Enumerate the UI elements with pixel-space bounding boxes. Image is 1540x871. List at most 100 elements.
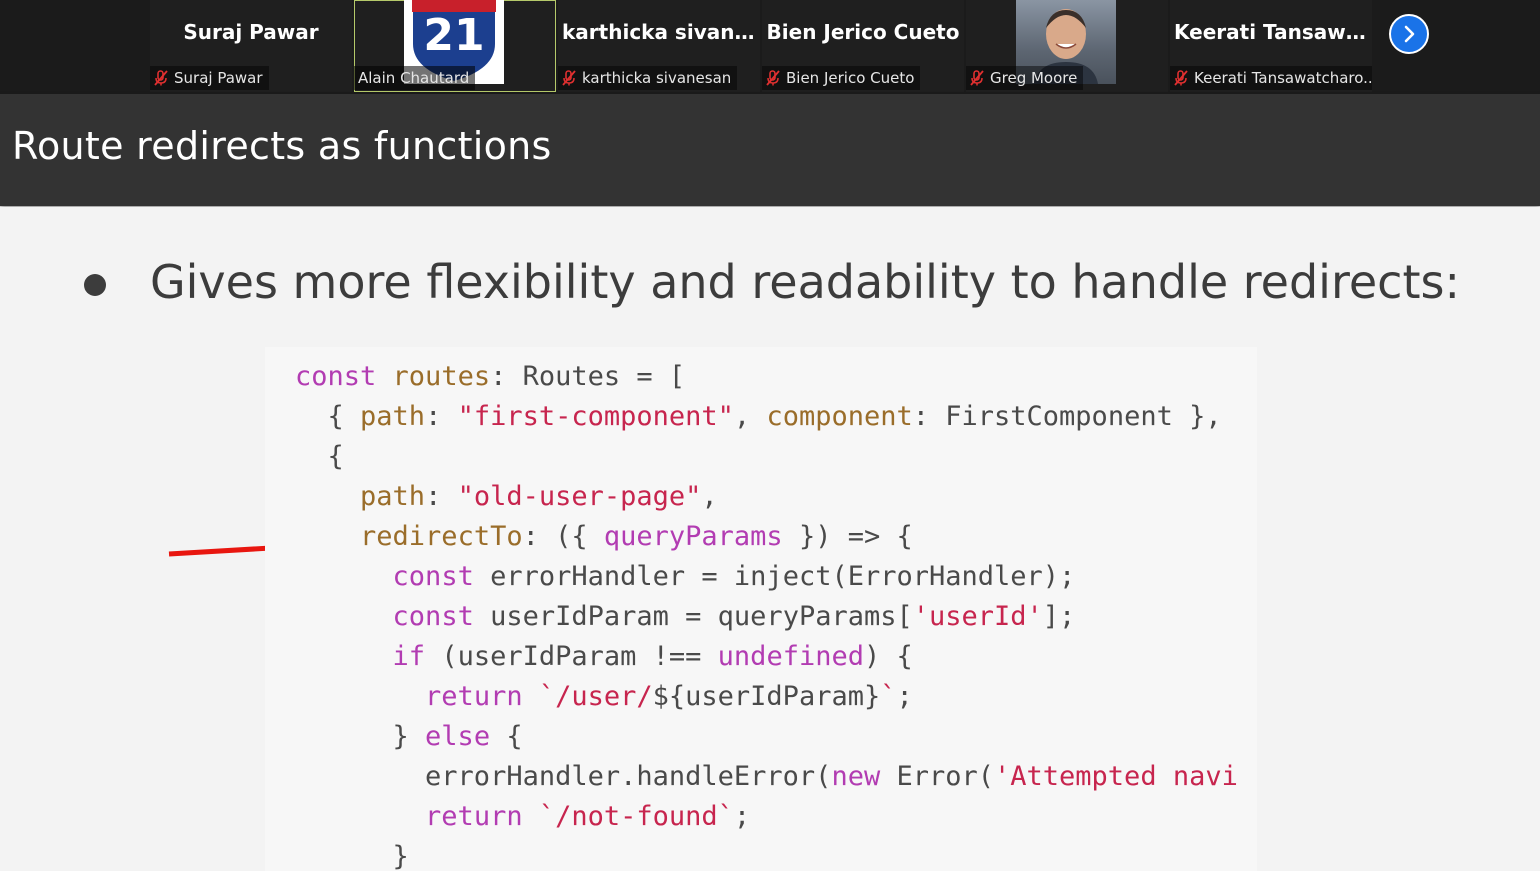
code-line: const userIdParam = queryParams['userId'… bbox=[295, 597, 1238, 637]
participant-tile-name: Keerati Tansawa... bbox=[1174, 20, 1372, 44]
code-line: } bbox=[295, 837, 1238, 871]
code-token-plain: , bbox=[701, 481, 718, 512]
code-text: const routes: Routes = [ { path: "first-… bbox=[295, 357, 1238, 871]
code-token-str: `/user/ bbox=[538, 681, 653, 712]
code-line: const routes: Routes = [ bbox=[295, 357, 1238, 397]
code-token-plain: ; bbox=[896, 681, 913, 712]
mic-muted-icon bbox=[970, 70, 984, 86]
code-token-plain: : FirstComponent }, bbox=[912, 401, 1222, 432]
code-token-plain: : bbox=[425, 401, 458, 432]
participant-label: Keerati Tansawatcharo... bbox=[1170, 66, 1372, 90]
mic-muted-icon bbox=[1174, 70, 1188, 86]
participant-label-text: Greg Moore bbox=[990, 69, 1078, 87]
participant-tile-keerati[interactable]: Keerati Tansawa... Keerati Tansawatcharo… bbox=[1170, 0, 1372, 92]
code-block: const routes: Routes = [ { path: "first-… bbox=[265, 347, 1257, 871]
code-token-prop: routes bbox=[392, 361, 491, 392]
code-token-plain: }) => { bbox=[782, 521, 913, 552]
code-token-str: `/not-found` bbox=[538, 801, 734, 832]
participant-tile-suraj[interactable]: Suraj Pawar Suraj Pawar bbox=[150, 0, 352, 92]
code-token-prop: path bbox=[360, 401, 426, 432]
slide-body: Gives more flexibility and readability t… bbox=[0, 207, 1540, 871]
code-line: if (userIdParam !== undefined) { bbox=[295, 637, 1238, 677]
next-participants-button[interactable] bbox=[1389, 14, 1429, 54]
code-token-plain: ) { bbox=[863, 641, 913, 672]
code-token-plain: { bbox=[295, 401, 361, 432]
participant-label: Suraj Pawar bbox=[150, 66, 269, 90]
code-line: errorHandler.handleError(new Error('Atte… bbox=[295, 757, 1238, 797]
code-token-plain: ${userIdParam} bbox=[652, 681, 881, 712]
code-token-plain: Error( bbox=[896, 761, 995, 792]
code-token-plain: userIdParam = queryParams[ bbox=[490, 601, 913, 632]
bullet-dot-icon bbox=[84, 274, 106, 296]
code-token-plain: errorHandler = inject(ErrorHandler); bbox=[490, 561, 1076, 592]
code-token-plain: ]; bbox=[1042, 601, 1076, 632]
code-token-plain: { bbox=[506, 721, 523, 752]
code-line: redirectTo: ({ queryParams }) => { bbox=[295, 517, 1238, 557]
participant-label-text: Bien Jerico Cueto bbox=[786, 69, 915, 87]
svg-text:21: 21 bbox=[423, 10, 484, 61]
code-token-prop: component bbox=[766, 401, 913, 432]
slide-title: Route redirects as functions bbox=[12, 124, 552, 168]
code-token-str: "first-component" bbox=[457, 401, 734, 432]
participant-tile-greg[interactable]: Greg Moore bbox=[966, 0, 1168, 92]
code-token-kw: else bbox=[425, 721, 507, 752]
code-token-kw: const bbox=[392, 601, 491, 632]
code-token-plain: { bbox=[295, 441, 344, 472]
code-line: return `/not-found`; bbox=[295, 797, 1238, 837]
participant-label: karthicka sivanesan bbox=[558, 66, 738, 90]
code-line: return `/user/${userIdParam}`; bbox=[295, 677, 1238, 717]
participant-label: Alain Chautard bbox=[354, 66, 476, 90]
code-token-str: 'userId' bbox=[912, 601, 1043, 632]
code-token-plain: } bbox=[295, 841, 409, 871]
code-token-str: "old-user-page" bbox=[457, 481, 702, 512]
participant-label-text: Alain Chautard bbox=[358, 69, 470, 87]
code-token-plain: : Routes = [ bbox=[490, 361, 686, 392]
mic-muted-icon bbox=[766, 70, 780, 86]
chevron-right-icon bbox=[1404, 25, 1415, 43]
participant-label: Bien Jerico Cueto bbox=[762, 66, 921, 90]
participant-label: Greg Moore bbox=[966, 66, 1084, 90]
code-token-plain: : ({ bbox=[522, 521, 604, 552]
slide-title-bar: Route redirects as functions bbox=[0, 94, 1540, 206]
code-line: } else { bbox=[295, 717, 1238, 757]
participant-tile-name: karthicka sivane... bbox=[562, 20, 760, 44]
code-line: path: "old-user-page", bbox=[295, 477, 1238, 517]
code-token-kw: const bbox=[392, 561, 491, 592]
code-token-plain: : bbox=[425, 481, 458, 512]
code-token-str: ` bbox=[880, 681, 897, 712]
participant-label-text: karthicka sivanesan bbox=[582, 69, 732, 87]
code-token-plain: ; bbox=[733, 801, 751, 832]
participant-tile-alain[interactable]: 21 Alain Chautard bbox=[354, 0, 556, 92]
participant-label-text: Keerati Tansawatcharo... bbox=[1194, 69, 1372, 87]
bullet-text: Gives more flexibility and readability t… bbox=[150, 255, 1460, 309]
code-token-prop: path bbox=[360, 481, 426, 512]
code-token-plain: , bbox=[733, 401, 767, 432]
participant-tile-bien[interactable]: Bien Jerico Cueto Bien Jerico Cueto bbox=[762, 0, 964, 92]
code-token-plain: (userIdParam !== bbox=[441, 641, 718, 672]
code-line: { bbox=[295, 437, 1238, 477]
participant-tile-karthicka[interactable]: karthicka sivane... karthicka sivanesan bbox=[558, 0, 760, 92]
participant-label-text: Suraj Pawar bbox=[174, 69, 263, 87]
code-line: const errorHandler = inject(ErrorHandler… bbox=[295, 557, 1238, 597]
code-token-kw: if bbox=[392, 641, 442, 672]
code-token-kw: queryParams bbox=[603, 521, 783, 552]
code-token-plain: } bbox=[295, 721, 426, 752]
code-token-kw: undefined bbox=[717, 641, 864, 672]
participant-tile-name: Suraj Pawar bbox=[183, 20, 319, 44]
code-token-str: 'Attempted navi bbox=[994, 761, 1238, 792]
code-token-kw: return bbox=[425, 801, 539, 832]
mic-muted-icon bbox=[154, 70, 168, 86]
code-token-prop: redirectTo bbox=[360, 521, 523, 552]
mic-muted-icon bbox=[562, 70, 576, 86]
code-token-kw: new bbox=[831, 761, 897, 792]
code-token-kw: const bbox=[295, 361, 393, 392]
participant-tile-name: Bien Jerico Cueto bbox=[766, 20, 960, 44]
code-token-plain: errorHandler.handleError( bbox=[295, 761, 832, 792]
